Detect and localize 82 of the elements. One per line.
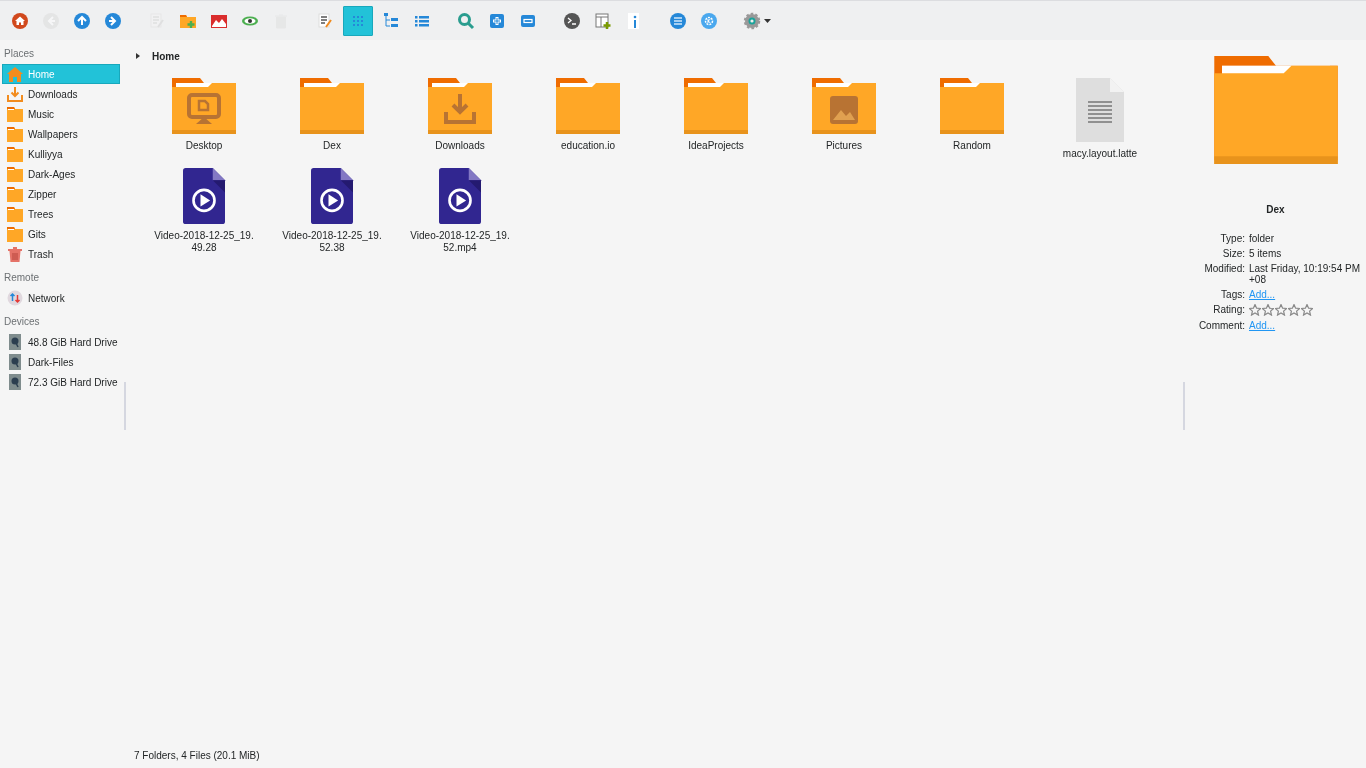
field-value: 5 items bbox=[1249, 248, 1283, 259]
pictures-folder-icon[interactable] bbox=[812, 78, 876, 134]
hard-drive-icon bbox=[7, 374, 23, 390]
home-icon bbox=[11, 11, 29, 30]
sidebar-item[interactable]: Kulliyya bbox=[2, 144, 120, 164]
file-name[interactable]: IdeaProjects bbox=[664, 140, 768, 152]
table-plus-icon bbox=[594, 11, 612, 30]
tree-icon bbox=[382, 11, 400, 30]
search-icon bbox=[457, 11, 475, 30]
folder-icon[interactable] bbox=[940, 78, 1004, 134]
trash-icon bbox=[7, 246, 23, 262]
field-label: Type: bbox=[1219, 233, 1245, 244]
field-label: Tags: bbox=[1220, 289, 1245, 300]
star-icon[interactable] bbox=[1301, 304, 1313, 316]
document-icon[interactable] bbox=[1076, 78, 1124, 142]
hard-drive-icon bbox=[7, 334, 23, 350]
settings-icon bbox=[743, 11, 773, 30]
download-folder-icon[interactable] bbox=[428, 78, 492, 134]
pencil-document-icon bbox=[316, 11, 334, 30]
section-heading: Places bbox=[3, 47, 35, 61]
file-name[interactable]: Pictures bbox=[792, 140, 896, 152]
folder-icon bbox=[7, 186, 23, 202]
sidebar-item[interactable]: Music bbox=[2, 104, 120, 124]
field-value: folder bbox=[1249, 233, 1275, 244]
breadcrumb[interactable]: Home bbox=[152, 50, 180, 62]
terminal-icon bbox=[563, 11, 581, 30]
network-icon bbox=[7, 290, 23, 306]
plus-icon bbox=[488, 11, 506, 30]
sidebar-item[interactable]: 72.3 GiB Hard Drive bbox=[2, 372, 120, 392]
folder-icon[interactable] bbox=[300, 78, 364, 134]
field-label: Rating: bbox=[1212, 304, 1245, 316]
file-name[interactable]: Downloads bbox=[408, 140, 512, 152]
sidebar-item[interactable]: 48.8 GiB Hard Drive bbox=[2, 332, 120, 352]
video-file-icon[interactable] bbox=[308, 168, 356, 224]
folder-icon bbox=[7, 106, 23, 122]
folder-icon[interactable] bbox=[684, 78, 748, 134]
file-name[interactable]: Video-2018-12-25_19.52.mp4 bbox=[408, 230, 512, 254]
video-file-icon[interactable] bbox=[436, 168, 484, 224]
sidebar-item[interactable]: Zipper bbox=[2, 184, 120, 204]
hard-drive-icon bbox=[7, 354, 23, 370]
field-label: Comment: bbox=[1197, 320, 1245, 331]
sidebar-item[interactable]: Network bbox=[2, 288, 120, 308]
section-heading: Remote bbox=[3, 271, 40, 285]
sidebar-item[interactable]: Downloads bbox=[2, 84, 120, 104]
star-icon[interactable] bbox=[1288, 304, 1300, 316]
file-name[interactable]: Random bbox=[920, 140, 1024, 152]
star-icon[interactable] bbox=[1262, 304, 1274, 316]
sidebar-item[interactable]: Trees bbox=[2, 204, 120, 224]
desktop-folder-icon[interactable] bbox=[172, 78, 236, 134]
folder-icon bbox=[7, 146, 23, 162]
file-name[interactable]: Video-2018-12-25_19.52.38 bbox=[280, 230, 384, 254]
sidebar-item[interactable]: Gits bbox=[2, 224, 120, 244]
info-title: Dex bbox=[1266, 204, 1285, 215]
field-value: Last Friday, 10:19:54 PM +08 bbox=[1249, 263, 1361, 285]
icon-view-button[interactable] bbox=[343, 5, 373, 36]
sidebar-item[interactable]: Dark-Files bbox=[2, 352, 120, 372]
folder-icon bbox=[7, 206, 23, 222]
section-heading: Devices bbox=[3, 315, 41, 329]
file-name[interactable]: Video-2018-12-25_19.49.28 bbox=[152, 230, 256, 254]
download-icon bbox=[7, 86, 23, 102]
sidebar-item[interactable]: Trash bbox=[2, 244, 120, 264]
folder-icon[interactable] bbox=[556, 78, 620, 134]
file-name[interactable]: Desktop bbox=[152, 140, 256, 152]
star-icon[interactable] bbox=[1275, 304, 1287, 316]
gear-logo-icon bbox=[700, 11, 718, 30]
star-icon[interactable] bbox=[1249, 304, 1261, 316]
folder-icon bbox=[7, 126, 23, 142]
expand-arrow-icon[interactable] bbox=[134, 52, 142, 60]
field-label: Size: bbox=[1221, 248, 1245, 259]
sidebar-item[interactable]: Wallpapers bbox=[2, 124, 120, 144]
field-label: Modified: bbox=[1203, 263, 1245, 276]
video-file-icon[interactable] bbox=[180, 168, 228, 224]
file-name[interactable]: macy.layout.latte bbox=[1048, 148, 1152, 160]
file-name[interactable]: Dex bbox=[280, 140, 384, 152]
status-text: 7 Folders, 4 Files (20.1 MiB) bbox=[133, 749, 261, 763]
home-icon bbox=[7, 66, 23, 82]
folder-preview-icon bbox=[1211, 56, 1340, 164]
menu-icon bbox=[669, 11, 687, 30]
folder-icon bbox=[7, 166, 23, 182]
file-name[interactable]: education.io bbox=[536, 140, 640, 152]
folder-icon bbox=[7, 226, 23, 242]
sidebar-item[interactable]: Dark-Ages bbox=[2, 164, 120, 184]
